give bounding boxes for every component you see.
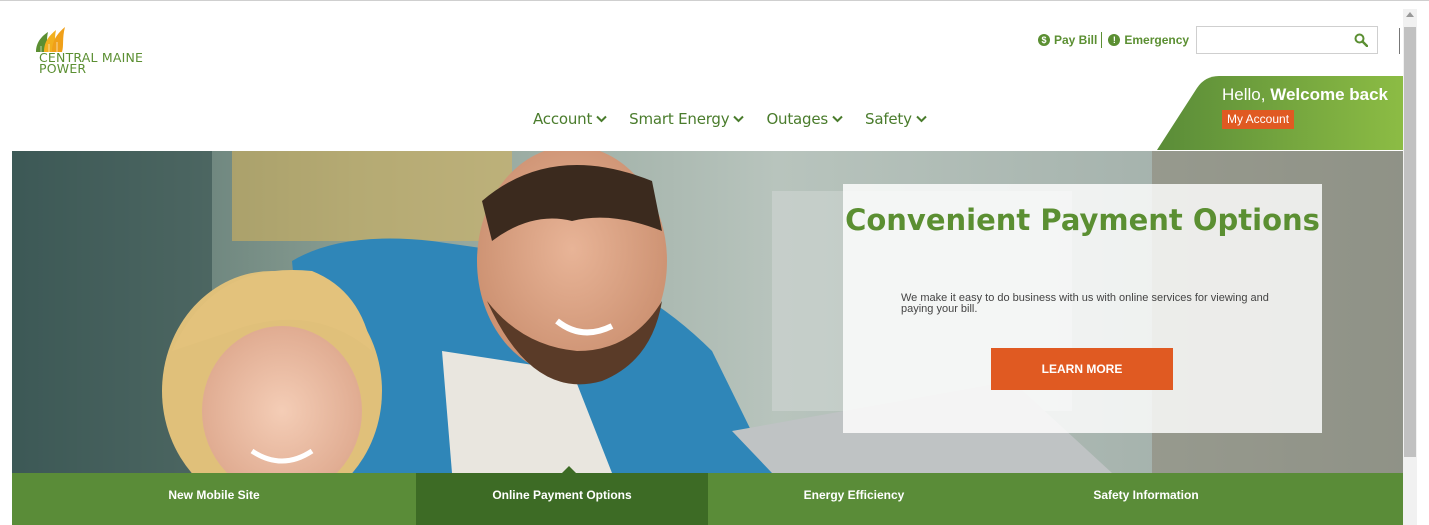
tab-new-mobile-site[interactable]: New Mobile Site [12,473,416,525]
logo-wordmark: CENTRAL MAINE POWER [39,51,143,75]
nav-item-smart-energy[interactable]: Smart Energy [629,110,745,128]
search-input[interactable] [1197,27,1347,53]
emergency-label: Emergency [1124,33,1190,47]
scroll-thumb[interactable] [1404,27,1416,457]
chevron-down-icon [596,115,607,123]
page: CENTRAL MAINE POWER $ Pay Bill ! Emergen… [12,9,1403,525]
main-nav: Account Smart Energy Outages Safety [533,110,927,128]
utility-separator [1101,32,1103,48]
tab-energy-efficiency[interactable]: Energy Efficiency [708,473,1000,525]
welcome-greeting: Hello, Welcome back [1222,85,1388,105]
hero-banner: Convenient Payment Options We make it ea… [12,151,1403,473]
learn-more-button[interactable]: LEARN MORE [991,348,1173,390]
greeting-name: Welcome back [1270,85,1388,104]
emergency-link[interactable]: ! Emergency [1108,33,1189,47]
promo-body: We make it easy to do business with us w… [901,292,1269,315]
search-icon[interactable] [1354,33,1368,47]
browser-viewport: CENTRAL MAINE POWER $ Pay Bill ! Emergen… [0,0,1429,525]
my-account-button[interactable]: My Account [1222,110,1295,129]
nav-item-label: Outages [766,110,828,128]
utility-links: $ Pay Bill ! Emergency [1038,32,1189,48]
chevron-down-icon [733,115,745,123]
nav-item-label: Account [533,110,593,128]
nav-item-label: Safety [865,110,912,128]
pay-bill-label: Pay Bill [1054,33,1098,47]
site-logo[interactable]: CENTRAL MAINE POWER [34,24,174,94]
feature-tabs: New Mobile Site Online Payment Options E… [12,466,1403,525]
scroll-up-arrow-icon[interactable] [1406,12,1414,17]
alert-icon: ! [1108,34,1121,46]
promo-card: Convenient Payment Options We make it ea… [843,184,1322,433]
dollar-icon: $ [1038,34,1050,46]
promo-title: Convenient Payment Options [845,203,1320,237]
search-box [1196,26,1378,54]
pay-bill-link[interactable]: $ Pay Bill [1038,33,1097,47]
chevron-down-icon [916,115,927,123]
nav-item-account[interactable]: Account [533,110,607,128]
tab-online-payment-options[interactable]: Online Payment Options [416,466,708,525]
welcome-panel: Hello, Welcome back My Account [1157,74,1403,150]
header-divider [1399,28,1400,54]
nav-item-outages[interactable]: Outages [766,110,843,128]
tab-safety-information[interactable]: Safety Information [1000,473,1292,525]
vertical-scrollbar[interactable] [1403,9,1417,525]
nav-item-safety[interactable]: Safety [865,110,927,128]
nav-item-label: Smart Energy [629,110,730,128]
chevron-down-icon [832,115,843,123]
greeting-prefix: Hello, [1222,85,1266,104]
